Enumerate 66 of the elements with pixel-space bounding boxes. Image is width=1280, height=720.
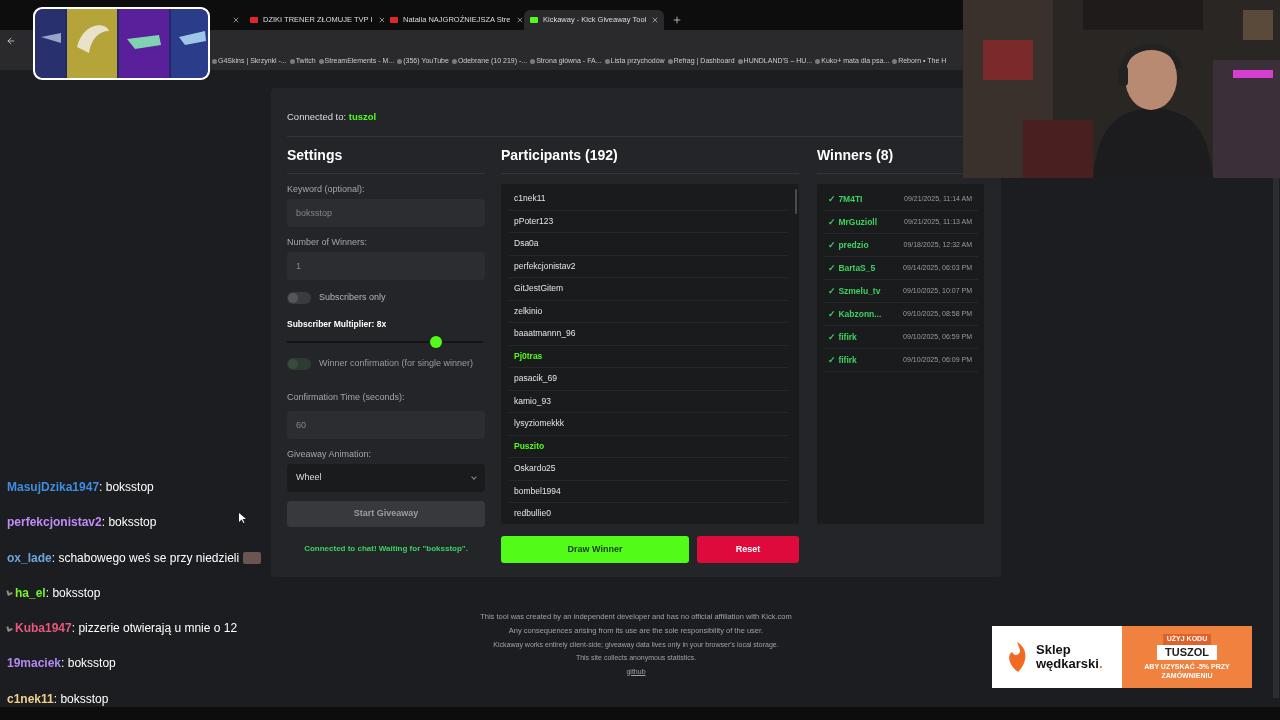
keyword-field[interactable]: boksstop: [287, 199, 485, 227]
connection-status: Connected to: tuszol: [287, 110, 378, 124]
winner-name: ✓ Szmelu_tv: [828, 284, 881, 298]
start-giveaway-button[interactable]: Start Giveaway: [287, 500, 485, 527]
time-field[interactable]: 60: [287, 410, 485, 439]
participant-item[interactable]: Dsa0a: [508, 233, 788, 256]
toggle-switch[interactable]: [287, 292, 311, 304]
close-icon[interactable]: [515, 16, 524, 24]
participant-item[interactable]: Pj0tras: [508, 345, 788, 368]
page-scrollbar[interactable]: [1273, 178, 1279, 698]
participant-item[interactable]: lysyziomekkk: [508, 413, 788, 436]
chat-message: MasujDzika1947: boksstop: [7, 479, 154, 496]
chat-message: 19maciek: boksstop: [7, 655, 116, 673]
reset-button[interactable]: Reset: [697, 536, 799, 563]
close-icon[interactable]: [651, 16, 660, 24]
emote-icon: [243, 551, 262, 564]
fish-logo-icon: [1006, 642, 1028, 672]
field-label: Giveaway Animation:: [287, 447, 373, 460]
badge-icon: [6, 625, 13, 632]
winner-name: ✓ BartaS_5: [828, 261, 876, 275]
participant-item[interactable]: kamio_93: [508, 390, 788, 413]
new-tab-icon[interactable]: [672, 15, 682, 25]
brand-name: Sklep: [1036, 643, 1072, 657]
cursor-icon: [239, 513, 246, 523]
chat-message: ha_el: boksstop: [7, 583, 101, 602]
section-title: Participants (192): [501, 146, 619, 165]
field-label: Number of Winners:: [287, 236, 369, 248]
multiplier-label: Subscriber Multiplier: 8x: [287, 318, 388, 331]
participant-item[interactable]: baaatmannn_96: [508, 323, 788, 346]
field-label: Keyword (optional):: [287, 183, 366, 195]
winners-count-field[interactable]: 1: [287, 252, 485, 280]
winner-name: ✓ fifirk: [828, 330, 857, 344]
section-title: Winners (8): [817, 146, 895, 165]
toggle-label: Subscribers only: [319, 291, 386, 305]
participant-item[interactable]: Puszito: [508, 435, 788, 458]
winner-name: ✓ Kabzonn...: [828, 307, 882, 321]
winner-name: ✓ MrGuzioll: [828, 215, 878, 229]
participant-item[interactable]: c1nek11: [508, 188, 788, 211]
back-icon[interactable]: [6, 36, 16, 46]
chat-message: ox_lade: schabowego weś se przy niedzieli: [7, 548, 262, 567]
participant-item[interactable]: perfekcjonistav2: [508, 255, 788, 278]
section-title: Settings: [287, 146, 344, 165]
participant-item[interactable]: zelkinio: [508, 300, 788, 323]
animation-select[interactable]: Wheel: [287, 463, 485, 492]
draw-winner-button[interactable]: Draw Winner: [501, 536, 689, 563]
winner-name: ✓ fifirk: [828, 353, 857, 367]
chat-message: Kuba1947: pizzerie otwierają u mnie o 12: [7, 619, 238, 638]
chat-status: Connected to chat! Waiting for "boksstop".: [303, 542, 469, 555]
participant-item[interactable]: pasacik_69: [508, 368, 788, 391]
winner-name: ✓ 7M4TI: [828, 192, 863, 206]
close-icon[interactable]: [232, 16, 240, 24]
slider-thumb[interactable]: [429, 335, 442, 348]
winner-name: ✓ predzio: [828, 238, 869, 252]
participant-item[interactable]: bombel1994: [508, 480, 788, 503]
participant-item[interactable]: pPoter123: [508, 210, 788, 233]
scrollbar[interactable]: [795, 189, 797, 214]
brand-name: wędkarski.: [1036, 657, 1103, 671]
chat-message: perfekcjonistav2: boksstop: [7, 514, 157, 532]
badge-icon: [6, 589, 13, 597]
toggle-label: Winner confirmation (for single winner): [319, 357, 474, 370]
participant-item[interactable]: GitJestGitem: [508, 278, 788, 301]
chat-message: c1nek11: boksstop: [7, 690, 109, 708]
field-label: Confirmation Time (seconds):: [287, 391, 405, 402]
participant-item[interactable]: redbullie0: [508, 503, 788, 524]
close-icon[interactable]: [377, 16, 386, 24]
participant-item[interactable]: Oskardo25: [508, 458, 788, 481]
